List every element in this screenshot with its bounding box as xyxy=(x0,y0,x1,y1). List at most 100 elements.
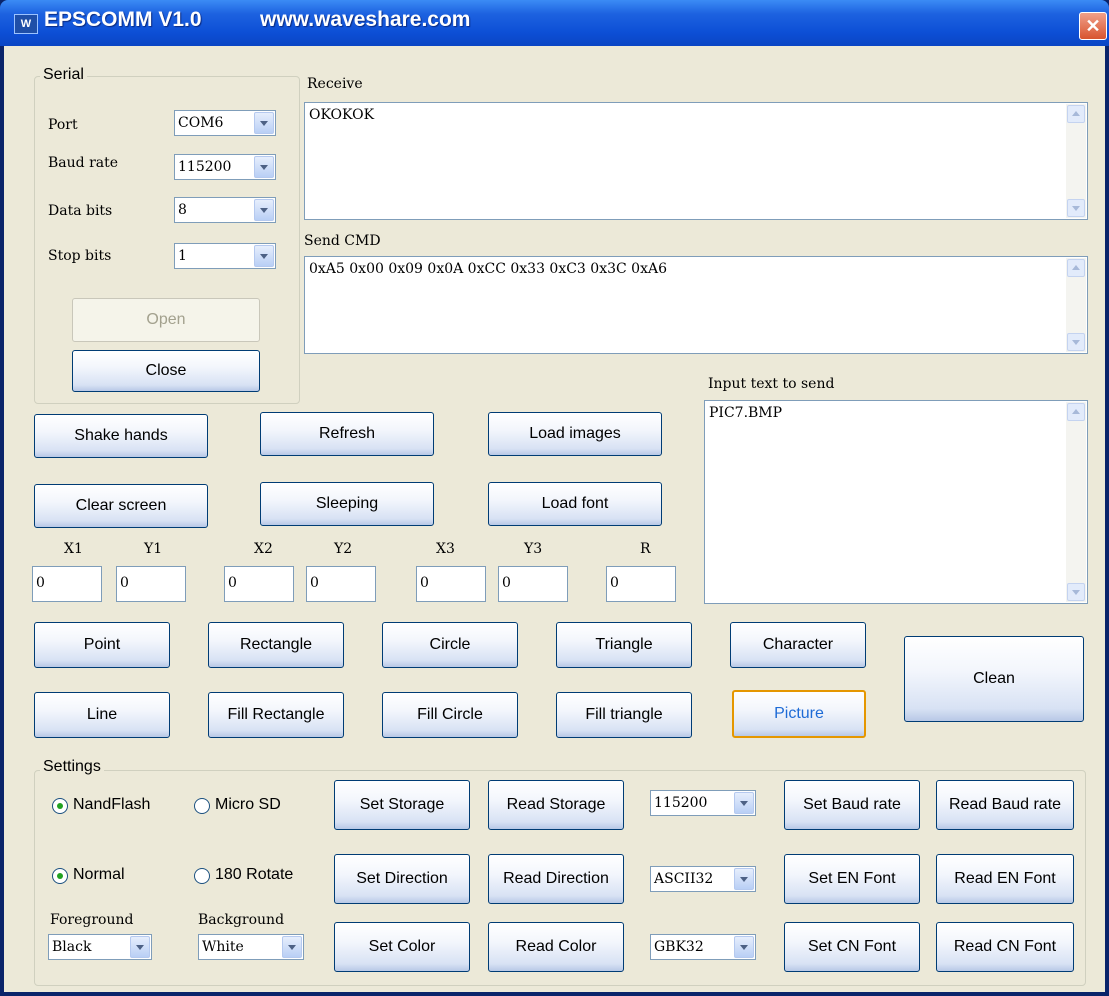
fill-circle-button[interactable]: Fill Circle xyxy=(382,692,518,738)
input-text-textarea[interactable]: PIC7.BMP xyxy=(704,400,1088,604)
close-button[interactable]: Close xyxy=(72,350,260,392)
client-area: Serial Port COM6 Baud rate 115200 Data b… xyxy=(4,46,1105,992)
foreground-select[interactable]: Black xyxy=(48,934,152,960)
r-label: R xyxy=(640,541,651,557)
input-text-scrollbar[interactable] xyxy=(1066,402,1086,602)
character-button[interactable]: Character xyxy=(730,622,866,668)
read-storage-button[interactable]: Read Storage xyxy=(488,780,624,830)
x2-label: X2 xyxy=(254,541,273,557)
send-cmd-scrollbar[interactable] xyxy=(1066,258,1086,352)
y3-input[interactable]: 0 xyxy=(498,566,568,602)
nandflash-label[interactable]: NandFlash xyxy=(73,796,150,814)
set-cn-font-button[interactable]: Set CN Font xyxy=(784,922,920,972)
line-button[interactable]: Line xyxy=(34,692,170,738)
picture-button[interactable]: Picture xyxy=(732,690,866,738)
scroll-down-icon[interactable] xyxy=(1067,333,1085,351)
rotate-label[interactable]: 180 Rotate xyxy=(215,866,293,884)
send-cmd-label: Send CMD xyxy=(304,233,381,249)
background-select[interactable]: White xyxy=(198,934,304,960)
baud-rate-value: 115200 xyxy=(178,159,232,175)
title-bar[interactable]: W EPSCOMM V1.0 www.waveshare.com ✕ xyxy=(0,0,1109,46)
receive-label: Receive xyxy=(307,76,363,92)
nandflash-radio[interactable] xyxy=(52,798,68,814)
receive-scrollbar[interactable] xyxy=(1066,104,1086,218)
scroll-down-icon[interactable] xyxy=(1067,199,1085,217)
x3-label: X3 xyxy=(436,541,455,557)
chevron-down-icon[interactable] xyxy=(282,936,302,958)
normal-label[interactable]: Normal xyxy=(73,866,125,884)
x2-input[interactable]: 0 xyxy=(224,566,294,602)
set-direction-button[interactable]: Set Direction xyxy=(334,854,470,904)
clear-screen-button[interactable]: Clear screen xyxy=(34,484,208,528)
load-images-button[interactable]: Load images xyxy=(488,412,662,456)
send-cmd-textarea[interactable]: 0xA5 0x00 0x09 0x0A 0xCC 0x33 0xC3 0x3C … xyxy=(304,256,1088,354)
background-value: White xyxy=(202,939,244,955)
scroll-up-icon[interactable] xyxy=(1067,403,1085,421)
fill-triangle-button[interactable]: Fill triangle xyxy=(556,692,692,738)
port-select[interactable]: COM6 xyxy=(174,110,276,136)
read-direction-button[interactable]: Read Direction xyxy=(488,854,624,904)
chevron-down-icon[interactable] xyxy=(734,868,754,890)
fill-rectangle-button[interactable]: Fill Rectangle xyxy=(208,692,344,738)
microsd-label[interactable]: Micro SD xyxy=(215,796,281,814)
stop-bits-label: Stop bits xyxy=(48,248,112,264)
data-bits-select[interactable]: 8 xyxy=(174,197,276,223)
x3-input[interactable]: 0 xyxy=(416,566,486,602)
window-title: EPSCOMM V1.0 xyxy=(44,8,202,31)
chevron-down-icon[interactable] xyxy=(254,156,274,178)
open-button[interactable]: Open xyxy=(72,298,260,342)
app-window: W EPSCOMM V1.0 www.waveshare.com ✕ Seria… xyxy=(0,0,1109,996)
circle-button[interactable]: Circle xyxy=(382,622,518,668)
normal-radio[interactable] xyxy=(52,868,68,884)
set-color-button[interactable]: Set Color xyxy=(334,922,470,972)
x1-input[interactable]: 0 xyxy=(32,566,102,602)
set-baud-rate-button[interactable]: Set Baud rate xyxy=(784,780,920,830)
load-font-button[interactable]: Load font xyxy=(488,482,662,526)
stop-bits-select[interactable]: 1 xyxy=(174,243,276,269)
y3-value: 0 xyxy=(502,575,511,591)
point-button[interactable]: Point xyxy=(34,622,170,668)
microsd-radio[interactable] xyxy=(194,798,210,814)
scroll-down-icon[interactable] xyxy=(1067,583,1085,601)
rotate-radio[interactable] xyxy=(194,868,210,884)
baud-rate-select[interactable]: 115200 xyxy=(174,154,276,180)
chevron-down-icon[interactable] xyxy=(254,245,274,267)
scroll-up-icon[interactable] xyxy=(1067,105,1085,123)
scroll-up-icon[interactable] xyxy=(1067,259,1085,277)
y2-label: Y2 xyxy=(334,541,353,557)
refresh-button[interactable]: Refresh xyxy=(260,412,434,456)
close-icon[interactable]: ✕ xyxy=(1079,12,1107,40)
data-bits-label: Data bits xyxy=(48,203,113,219)
en-font-select[interactable]: ASCII32 xyxy=(650,866,756,892)
settings-group-title: Settings xyxy=(40,758,104,776)
baud-rate-setting-select[interactable]: 115200 xyxy=(650,790,756,816)
receive-textarea[interactable]: OKOKOK xyxy=(304,102,1088,220)
cn-font-value: GBK32 xyxy=(654,939,704,955)
chevron-down-icon[interactable] xyxy=(254,199,274,221)
read-baud-rate-button[interactable]: Read Baud rate xyxy=(936,780,1074,830)
input-text-label: Input text to send xyxy=(708,376,835,392)
read-color-button[interactable]: Read Color xyxy=(488,922,624,972)
shake-hands-button[interactable]: Shake hands xyxy=(34,414,208,458)
chevron-down-icon[interactable] xyxy=(130,936,150,958)
port-label: Port xyxy=(48,117,78,133)
cn-font-select[interactable]: GBK32 xyxy=(650,934,756,960)
set-en-font-button[interactable]: Set EN Font xyxy=(784,854,920,904)
foreground-label: Foreground xyxy=(50,912,134,928)
input-text-value: PIC7.BMP xyxy=(709,405,783,421)
clean-button[interactable]: Clean xyxy=(904,636,1084,722)
triangle-button[interactable]: Triangle xyxy=(556,622,692,668)
sleeping-button[interactable]: Sleeping xyxy=(260,482,434,526)
y2-input[interactable]: 0 xyxy=(306,566,376,602)
chevron-down-icon[interactable] xyxy=(734,936,754,958)
r-input[interactable]: 0 xyxy=(606,566,676,602)
chevron-down-icon[interactable] xyxy=(254,112,274,134)
set-storage-button[interactable]: Set Storage xyxy=(334,780,470,830)
chevron-down-icon[interactable] xyxy=(734,792,754,814)
read-en-font-button[interactable]: Read EN Font xyxy=(936,854,1074,904)
x1-value: 0 xyxy=(36,575,45,591)
rectangle-button[interactable]: Rectangle xyxy=(208,622,344,668)
background-label: Background xyxy=(198,912,285,928)
y1-input[interactable]: 0 xyxy=(116,566,186,602)
read-cn-font-button[interactable]: Read CN Font xyxy=(936,922,1074,972)
